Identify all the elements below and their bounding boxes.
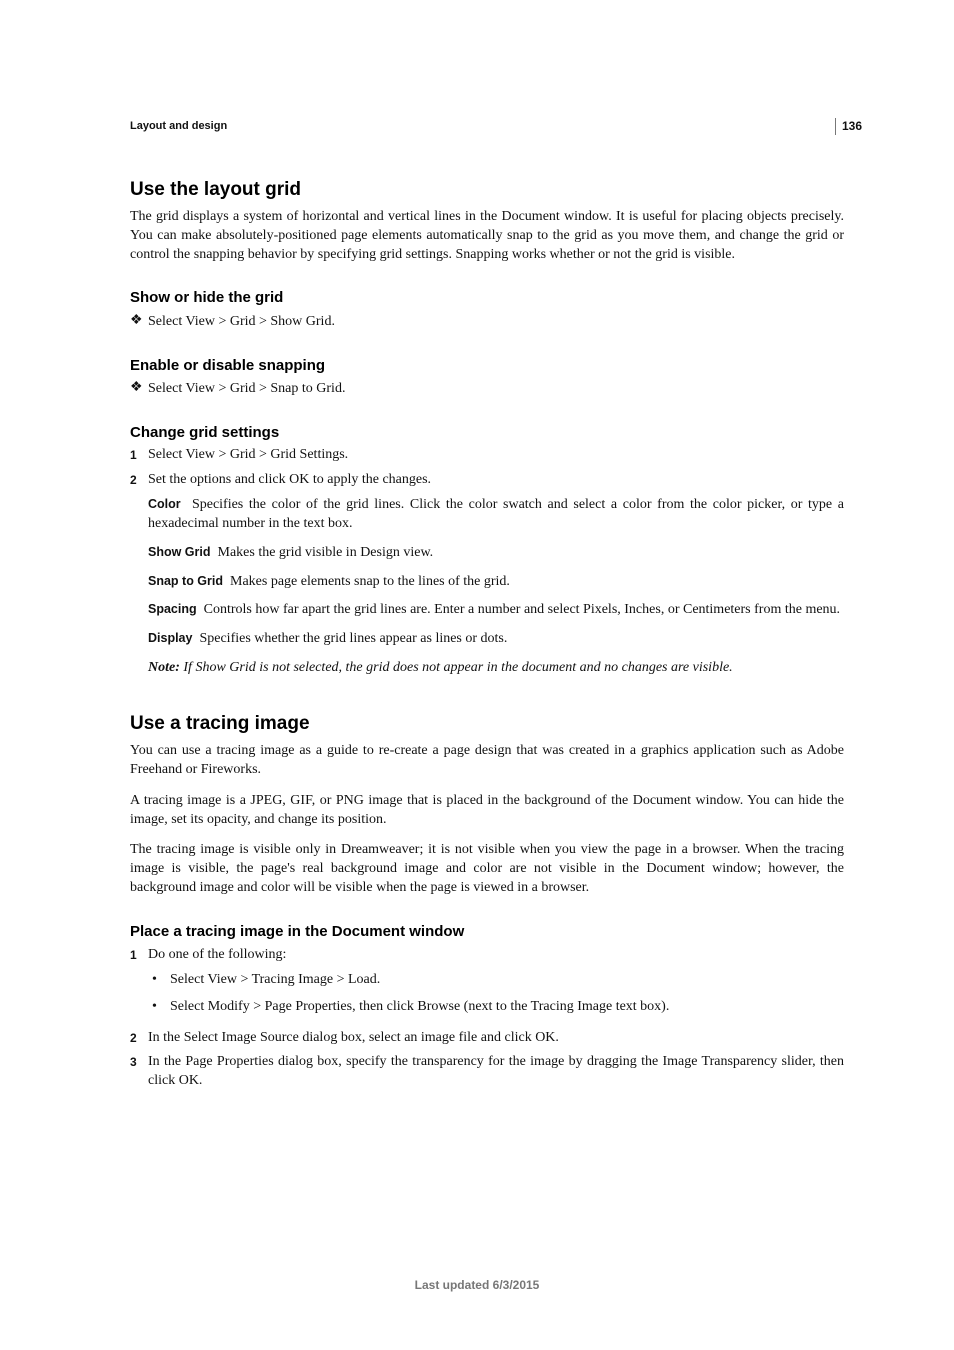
step-snap-grid-text: Select View > Grid > Snap to Grid. xyxy=(148,379,345,399)
place-tracing-option-2-text: Select Modify > Page Properties, then cl… xyxy=(170,996,669,1017)
subhead-show-hide-grid: Show or hide the grid xyxy=(130,288,844,308)
def-display: Display Specifies whether the grid lines… xyxy=(148,630,844,649)
place-tracing-step-2-text: In the Select Image Source dialog box, s… xyxy=(148,1029,844,1048)
def-snap-grid: Snap to Grid Makes page elements snap to… xyxy=(148,573,844,592)
def-color-desc: Specifies the color of the grid lines. C… xyxy=(148,497,844,531)
tracing-p2: A tracing image is a JPEG, GIF, or PNG i… xyxy=(130,792,844,830)
place-tracing-option-1-text: Select View > Tracing Image > Load. xyxy=(170,969,380,990)
grid-settings-step-2: Set the options and click OK to apply th… xyxy=(130,471,844,490)
chapter-label: Layout and design xyxy=(130,120,844,132)
def-color: Color Specifies the color of the grid li… xyxy=(148,496,844,534)
def-show-grid-desc: Makes the grid visible in Design view. xyxy=(218,545,434,560)
footer-last-updated: Last updated 6/3/2015 xyxy=(0,1278,954,1292)
grid-note: Note: If Show Grid is not selected, the … xyxy=(148,659,844,678)
grid-settings-steps: Select View > Grid > Grid Settings. Set … xyxy=(130,446,844,490)
diamond-bullet-icon: ❖ xyxy=(130,312,148,331)
section-title-tracing-image: Use a tracing image xyxy=(130,712,844,736)
place-tracing-step-1-text: Do one of the following: xyxy=(148,946,844,965)
step-show-grid: ❖ Select View > Grid > Show Grid. xyxy=(130,312,844,332)
grid-settings-definitions: Color Specifies the color of the grid li… xyxy=(148,496,844,649)
def-spacing-desc: Controls how far apart the grid lines ar… xyxy=(204,602,840,617)
subhead-enable-snapping: Enable or disable snapping xyxy=(130,356,844,376)
def-snap-grid-term: Snap to Grid xyxy=(148,574,223,588)
place-tracing-step-3: In the Page Properties dialog box, speci… xyxy=(130,1053,844,1091)
def-display-term: Display xyxy=(148,631,192,645)
section1-intro: The grid displays a system of horizontal… xyxy=(130,208,844,265)
place-tracing-step-2: In the Select Image Source dialog box, s… xyxy=(130,1029,844,1048)
note-text: If Show Grid is not selected, the grid d… xyxy=(183,660,732,675)
place-tracing-option-1: • Select View > Tracing Image > Load. xyxy=(148,969,844,990)
def-show-grid: Show Grid Makes the grid visible in Desi… xyxy=(148,544,844,563)
section-title-layout-grid: Use the layout grid xyxy=(130,178,844,202)
def-color-term: Color xyxy=(148,497,181,511)
subhead-change-grid-settings: Change grid settings xyxy=(130,423,844,443)
grid-settings-step-1: Select View > Grid > Grid Settings. xyxy=(130,446,844,465)
place-tracing-step-3-text: In the Page Properties dialog box, speci… xyxy=(148,1053,844,1091)
grid-settings-step-2-text: Set the options and click OK to apply th… xyxy=(148,471,844,490)
diamond-bullet-icon: ❖ xyxy=(130,379,148,398)
grid-settings-step-1-text: Select View > Grid > Grid Settings. xyxy=(148,446,844,465)
place-tracing-step-1: Do one of the following: • Select View >… xyxy=(130,946,844,1023)
place-tracing-steps: Do one of the following: • Select View >… xyxy=(130,946,844,1092)
bullet-dot-icon: • xyxy=(148,996,170,1017)
def-spacing-term: Spacing xyxy=(148,602,197,616)
def-display-desc: Specifies whether the grid lines appear … xyxy=(199,631,507,646)
note-label: Note: xyxy=(148,660,180,675)
subhead-place-tracing-image: Place a tracing image in the Document wi… xyxy=(130,922,844,942)
def-snap-grid-desc: Makes page elements snap to the lines of… xyxy=(230,574,510,589)
place-tracing-option-2: • Select Modify > Page Properties, then … xyxy=(148,996,844,1017)
def-show-grid-term: Show Grid xyxy=(148,545,211,559)
bullet-dot-icon: • xyxy=(148,969,170,990)
page-number: 136 xyxy=(835,118,862,135)
step-show-grid-text: Select View > Grid > Show Grid. xyxy=(148,312,335,332)
page: 136 Layout and design Use the layout gri… xyxy=(0,0,954,1350)
step-snap-grid: ❖ Select View > Grid > Snap to Grid. xyxy=(130,379,844,399)
def-spacing: Spacing Controls how far apart the grid … xyxy=(148,601,844,620)
tracing-p1: You can use a tracing image as a guide t… xyxy=(130,742,844,780)
tracing-p3: The tracing image is visible only in Dre… xyxy=(130,841,844,898)
place-tracing-step-1-options: • Select View > Tracing Image > Load. • … xyxy=(148,969,844,1017)
